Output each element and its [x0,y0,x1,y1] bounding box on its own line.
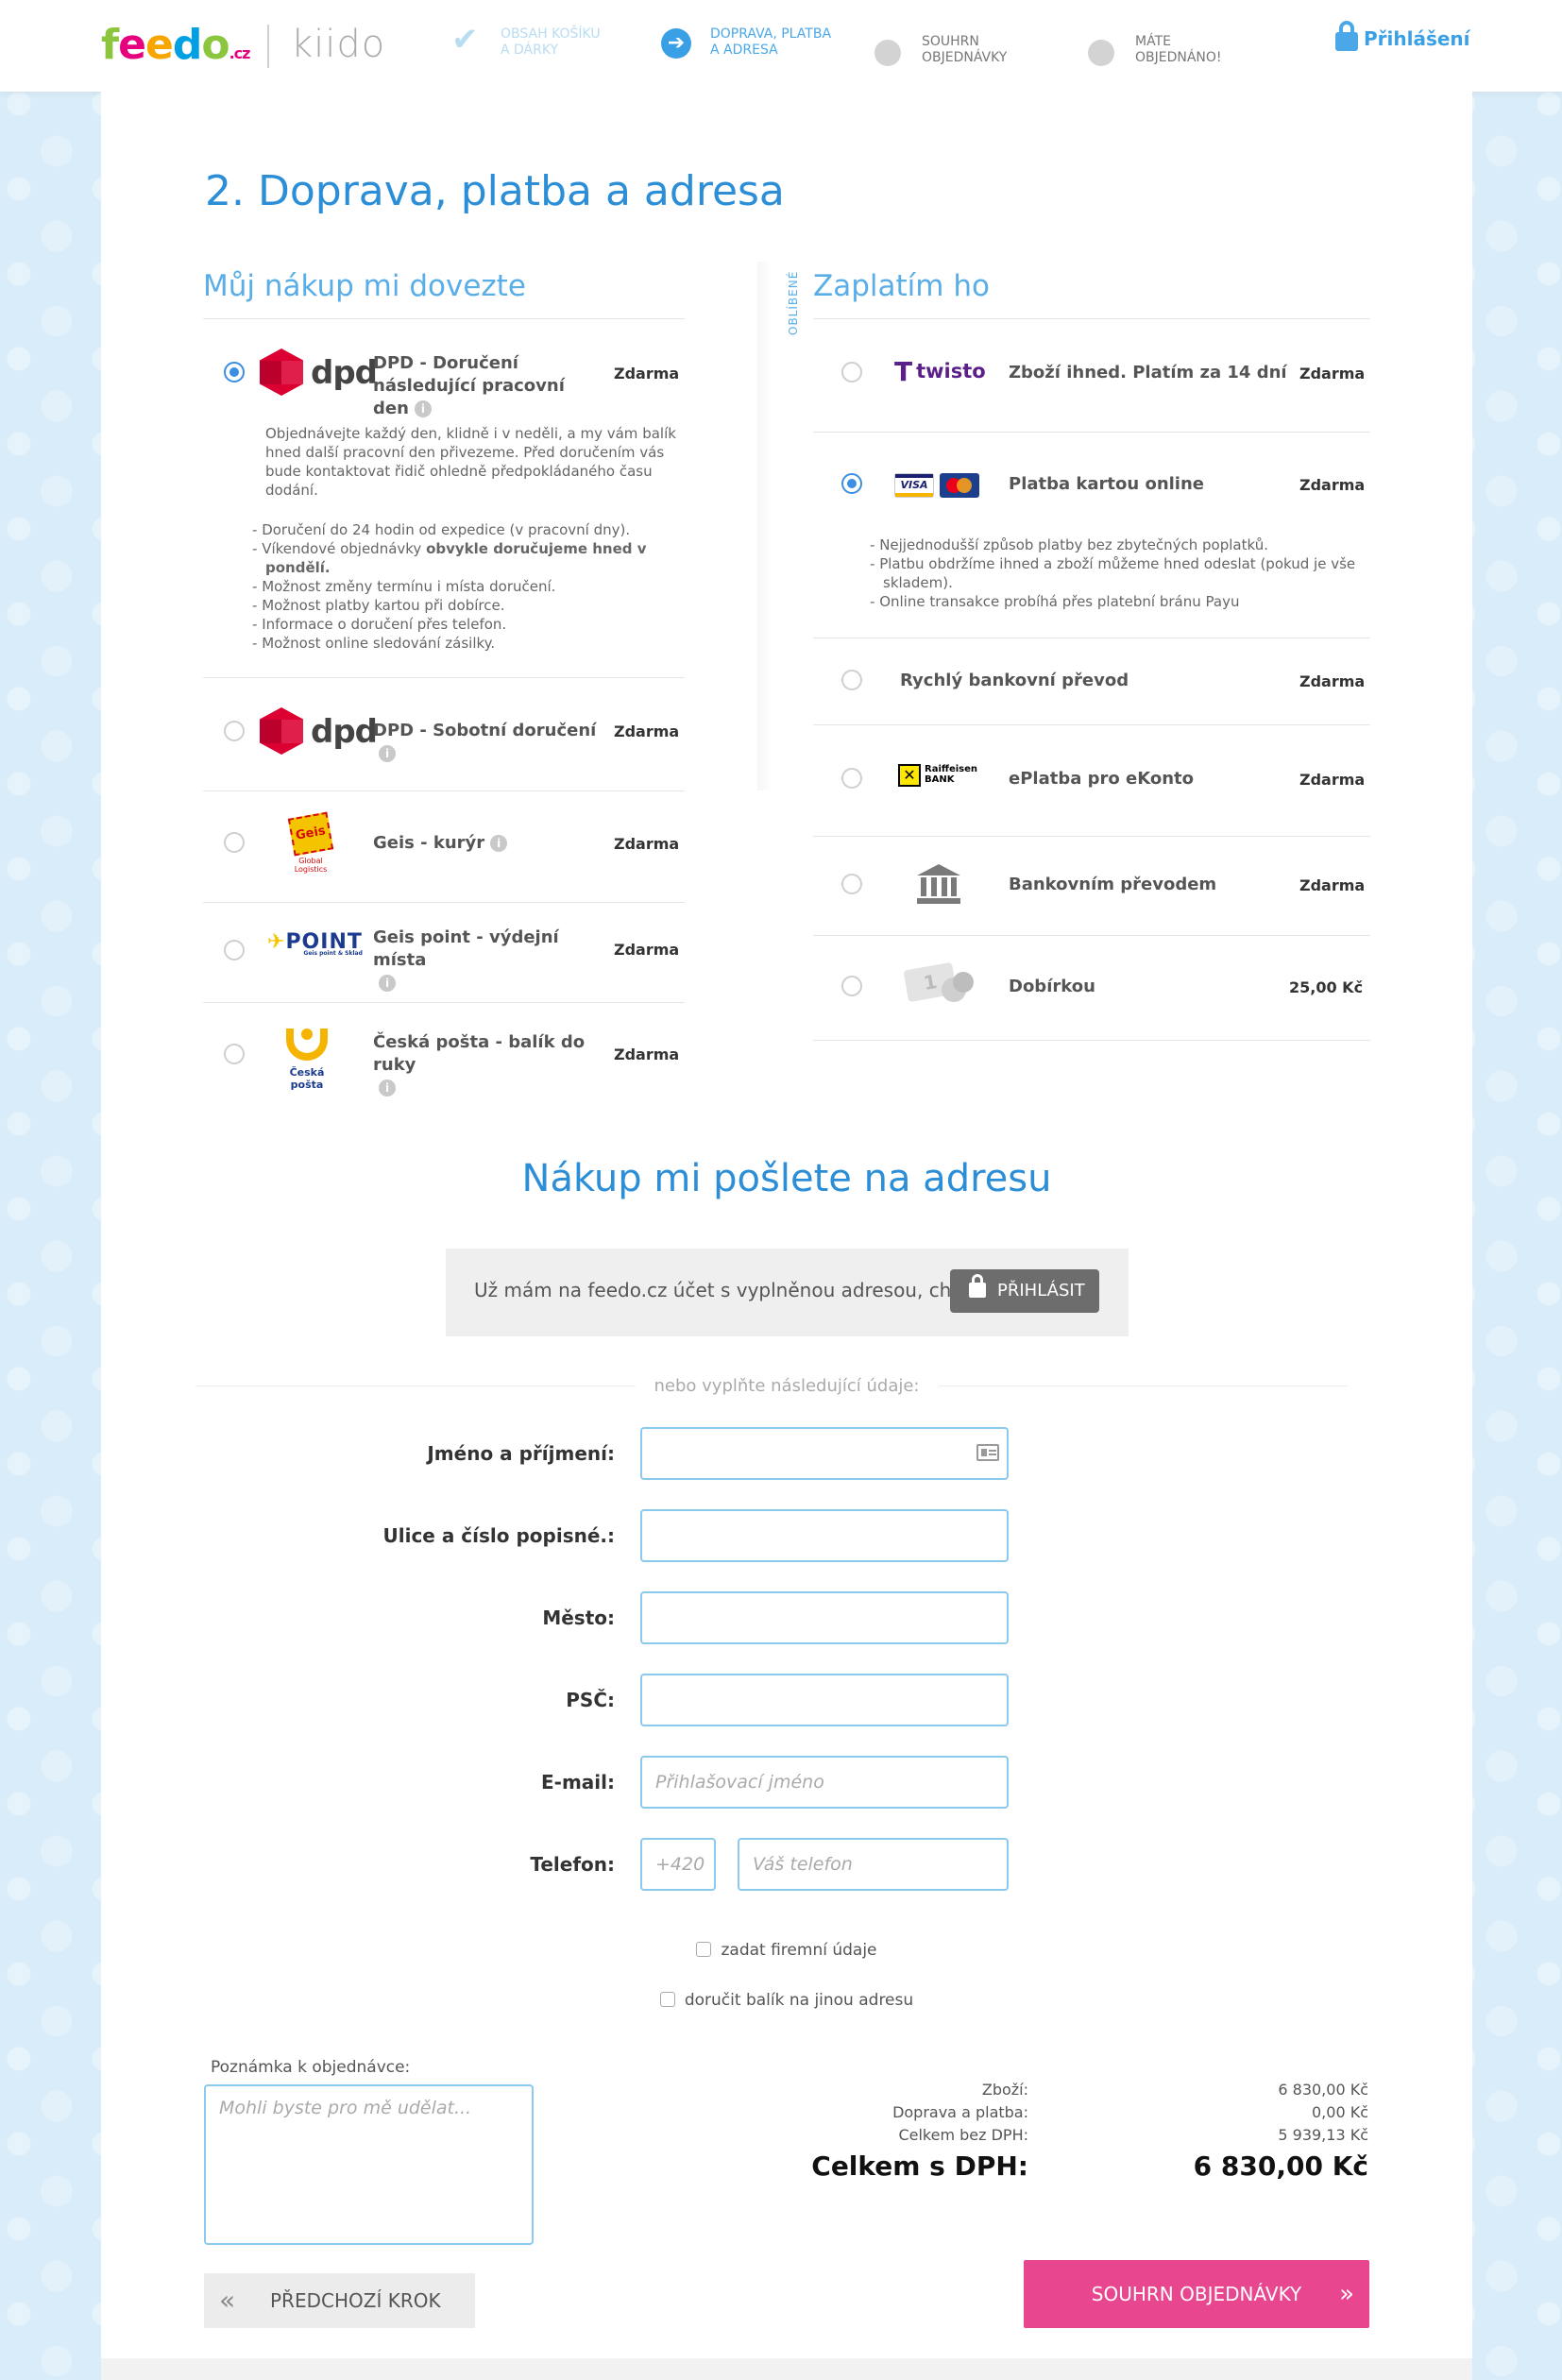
order-summary-label: SOUHRN OBJEDNÁVKY [1091,2283,1302,2305]
order-summary-button[interactable]: SOUHRN OBJEDNÁVKY » [1024,2260,1369,2328]
step-label: DOPRAVA, PLATBA [710,26,832,42]
step-label: A ADRESA [710,42,778,58]
double-chevron-right-icon: » [1339,2280,1354,2308]
previous-step-label: PŘEDCHOZÍ KROK [270,2289,441,2312]
step-label: OBJEDNÁNO! [1135,50,1222,65]
logo-divider [267,25,269,68]
login-link-label: Přihlášení [1364,27,1470,50]
step-label: SOUHRN [922,34,979,49]
step-label: A DÁRKY [501,42,559,58]
step-label: MÁTE [1135,34,1171,49]
feedo-logo[interactable]: feedo.cz [101,21,250,69]
step-dot-icon [874,40,901,66]
checkmark-icon: ✔ [451,21,479,59]
lock-icon [1335,21,1358,51]
double-chevron-left-icon: « [219,2285,236,2316]
step-dot-icon [1088,40,1114,66]
previous-step-button[interactable]: « PŘEDCHOZÍ KROK [204,2273,475,2328]
login-link[interactable]: Přihlášení [1335,21,1470,51]
step-label: OBJEDNÁVKY [922,50,1008,65]
header: feedo.cz kiido ✔ OBSAH KOŠÍKU A DÁRKY ➔ D… [0,0,1562,92]
footer-strip [101,2358,1472,2380]
footer-layer: « PŘEDCHOZÍ KROK SOUHRN OBJEDNÁVKY » [101,92,1472,2380]
step-label: OBSAH KOŠÍKU [501,26,601,42]
kiido-logo[interactable]: kiido [291,23,385,66]
arrow-right-icon: ➔ [661,28,691,59]
